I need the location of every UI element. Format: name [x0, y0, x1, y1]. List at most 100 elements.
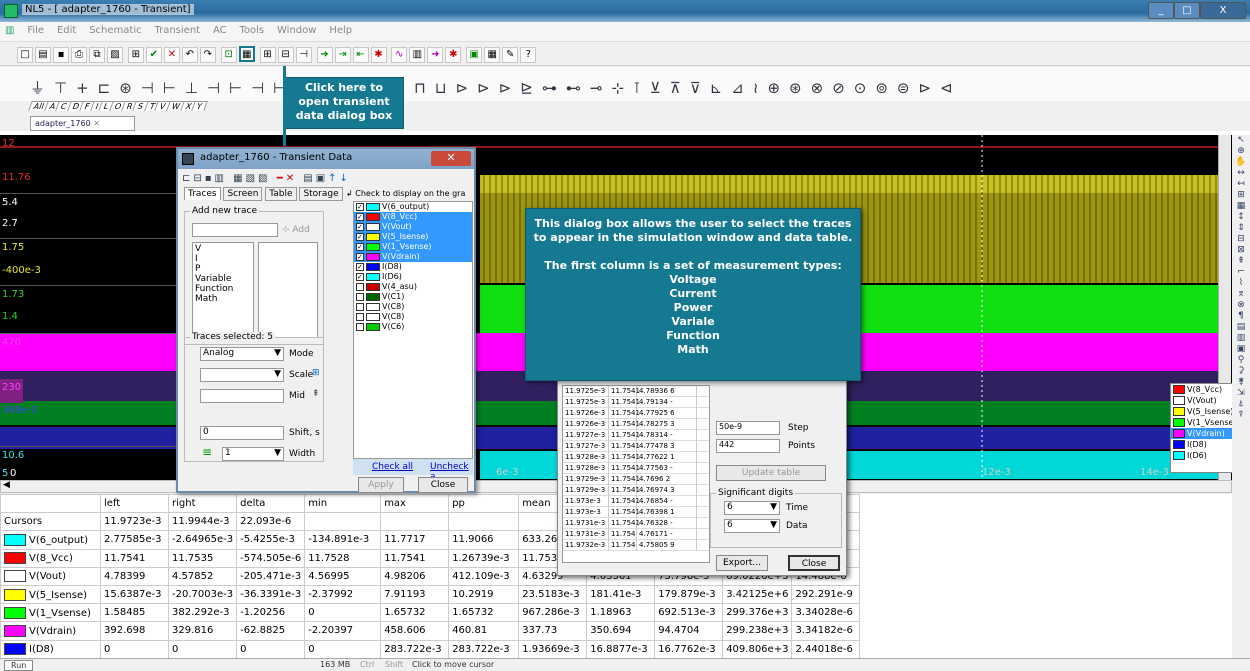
export-button[interactable]: Export... [716, 555, 768, 571]
ruler-icon[interactable]: ⌐ [1232, 267, 1250, 278]
trace-checklist[interactable]: ✓ V(6_output) ✓ V(8_Vcc) ✓ V(Vout) ✓ V(5_Isense… [353, 201, 473, 459]
trace-item[interactable]: ✓ V(Vout) [354, 222, 472, 232]
undo-icon[interactable]: ↶ [181, 47, 198, 63]
menu-ac[interactable]: AC [208, 22, 232, 39]
step-icon[interactable]: ⊣ [295, 47, 312, 63]
trace-item[interactable]: ✓ V(1_Vsense) [354, 242, 472, 252]
delete-icon[interactable]: ✕ [163, 47, 180, 63]
trace-checkbox[interactable]: ✓ [356, 212, 364, 221]
trace-checkbox[interactable] [356, 322, 364, 331]
zoom-icon[interactable]: ⊕ [1232, 146, 1250, 157]
document-tab[interactable]: adapter_1760 ✕ [30, 116, 135, 131]
mode-select[interactable]: Analog ▼ [200, 347, 284, 361]
close-table-button[interactable]: Close [788, 555, 840, 571]
dialog-close-icon[interactable]: ✕ [431, 151, 471, 166]
trace-checkbox[interactable]: ✓ [356, 232, 364, 241]
expand-h-icon[interactable]: ↔ [1232, 168, 1250, 179]
trace-item[interactable]: V(C6) [354, 322, 472, 332]
options-icon[interactable]: ▣ [466, 47, 483, 63]
menu-schematic[interactable]: Schematic [84, 22, 146, 39]
scale-auto-icon[interactable]: ⊞ [312, 368, 320, 378]
expand-v-icon[interactable]: ↕ [1232, 212, 1250, 223]
step-input[interactable]: 50e-9 [716, 421, 780, 435]
points-input[interactable]: 442 [716, 439, 780, 453]
type-item[interactable]: Variable [195, 274, 251, 284]
ac-stop-icon[interactable]: ✱ [445, 47, 462, 63]
apply-button[interactable]: Apply [358, 477, 404, 493]
scroll-left-icon[interactable]: ◀ [3, 480, 10, 490]
trace-checkbox[interactable] [356, 312, 364, 321]
type-item[interactable]: Function [195, 284, 251, 294]
shift-input[interactable]: 0 [200, 426, 284, 440]
redo-icon[interactable]: ↷ [199, 47, 216, 63]
arrow-icon[interactable]: ⇲ [1232, 388, 1250, 399]
open-icon[interactable]: ▤ [35, 47, 51, 63]
trace-checkbox[interactable]: ✓ [356, 202, 364, 211]
cursor-icon[interactable]: ⌇ [1232, 278, 1250, 289]
pointer-icon[interactable]: ↖ [1232, 135, 1250, 146]
transient-run-icon[interactable]: ⊡ [220, 47, 237, 63]
close-button[interactable]: X [1200, 2, 1246, 19]
scale-icon[interactable]: ⊟ [1232, 234, 1250, 245]
ac-run-icon[interactable]: ➜ [427, 47, 444, 63]
shrink-h-icon[interactable]: ↤ [1232, 179, 1250, 190]
trace-item[interactable]: V(C8) [354, 302, 472, 312]
zoom-fit-icon[interactable]: ⊟ [277, 47, 294, 63]
new-icon[interactable]: □ [17, 47, 33, 63]
mid-auto-icon[interactable]: ⇞ [312, 389, 320, 399]
check-icon[interactable]: ✔ [145, 47, 162, 63]
menu-help[interactable]: Help [324, 22, 357, 39]
update-table-button[interactable]: Update table [716, 465, 826, 481]
trace-expression-input[interactable] [192, 223, 278, 237]
trace-item[interactable]: V(4_asu) [354, 282, 472, 292]
table-preview[interactable]: 11.9725e-3 11.75414.78936 6 11.9725e-3 11.7… [562, 385, 710, 563]
menu-edit[interactable]: Edit [52, 22, 81, 39]
measure-icon[interactable]: ⌆ [1232, 289, 1250, 300]
data-digits-select[interactable]: 6 ▼ [724, 519, 780, 533]
copy-icon[interactable]: ⧉ [89, 47, 105, 63]
table-row[interactable]: I(D8) 0 0 0 0 283.722e-3 283.722e-3 1.93669e-3 1… [0, 639, 861, 658]
wire-icon[interactable]: ⚳ [1232, 366, 1250, 377]
trace-item[interactable]: ✓ V(5_Isense) [354, 232, 472, 242]
zoom-icon[interactable]: ⊞ [259, 47, 276, 63]
maximize-button[interactable]: □ [1174, 2, 1200, 19]
stop-icon[interactable]: ✱ [370, 47, 387, 63]
tool-icon[interactable]: ✎ [502, 47, 519, 63]
export-icon[interactable]: ▣ [1232, 344, 1250, 355]
grid-icon[interactable]: ▦ [1232, 201, 1250, 212]
continue-icon[interactable]: ⇥ [334, 47, 351, 63]
trace-checkbox[interactable]: ✓ [356, 272, 364, 281]
close-dialog-button[interactable]: Close [418, 477, 468, 493]
type-item[interactable]: Math [195, 294, 251, 304]
trace-checkbox[interactable] [356, 302, 364, 311]
trace-item[interactable]: V(C8) [354, 312, 472, 322]
run-tab[interactable]: Run [4, 660, 34, 671]
run-icon[interactable]: ➜ [316, 47, 333, 63]
help-icon[interactable]: ? [520, 47, 537, 63]
copy-icon[interactable]: ▥ [1232, 333, 1250, 344]
trace-type-list[interactable]: V I P Variable Function Math [192, 242, 254, 338]
shrink-v-icon[interactable]: ⇕ [1232, 223, 1250, 234]
width-select[interactable]: 1 ▼ [222, 447, 284, 461]
table-icon[interactable]: ▤ [1232, 322, 1250, 333]
minimize-button[interactable]: _ [1148, 2, 1174, 19]
mid-input[interactable] [200, 389, 284, 403]
document-close-icon[interactable]: ✕ [93, 119, 100, 128]
pause-icon[interactable]: ⇤ [352, 47, 369, 63]
trace-item[interactable]: ✓ I(D6) [354, 272, 472, 282]
pin-icon[interactable]: ⚲ [1232, 355, 1250, 366]
type-item[interactable]: I [195, 254, 251, 264]
fit-icon[interactable]: ⊞ [1232, 190, 1250, 201]
note-icon[interactable]: ¶ [1232, 311, 1250, 322]
table-row[interactable]: V(5_Isense) 15.6387e-3 -20.7003e-3 -36.3391… [0, 584, 861, 605]
marker-icon[interactable]: ⇞ [1232, 256, 1250, 267]
trace-item[interactable]: V(C1) [354, 292, 472, 302]
branch-icon[interactable]: ⍒ [1232, 410, 1250, 421]
tab-screen[interactable]: Screen [223, 187, 263, 201]
label-icon[interactable]: ⚵ [1232, 377, 1250, 388]
node-icon[interactable]: ⍋ [1232, 399, 1250, 410]
table-row[interactable]: V(1_Vsense) 1.58485 382.292e-3 -1.20256 0 1.6… [0, 603, 861, 623]
type-item[interactable]: P [195, 264, 251, 274]
tab-table[interactable]: Table [265, 187, 297, 201]
trace-item[interactable]: ✓ V(8_Vcc) [354, 212, 472, 222]
